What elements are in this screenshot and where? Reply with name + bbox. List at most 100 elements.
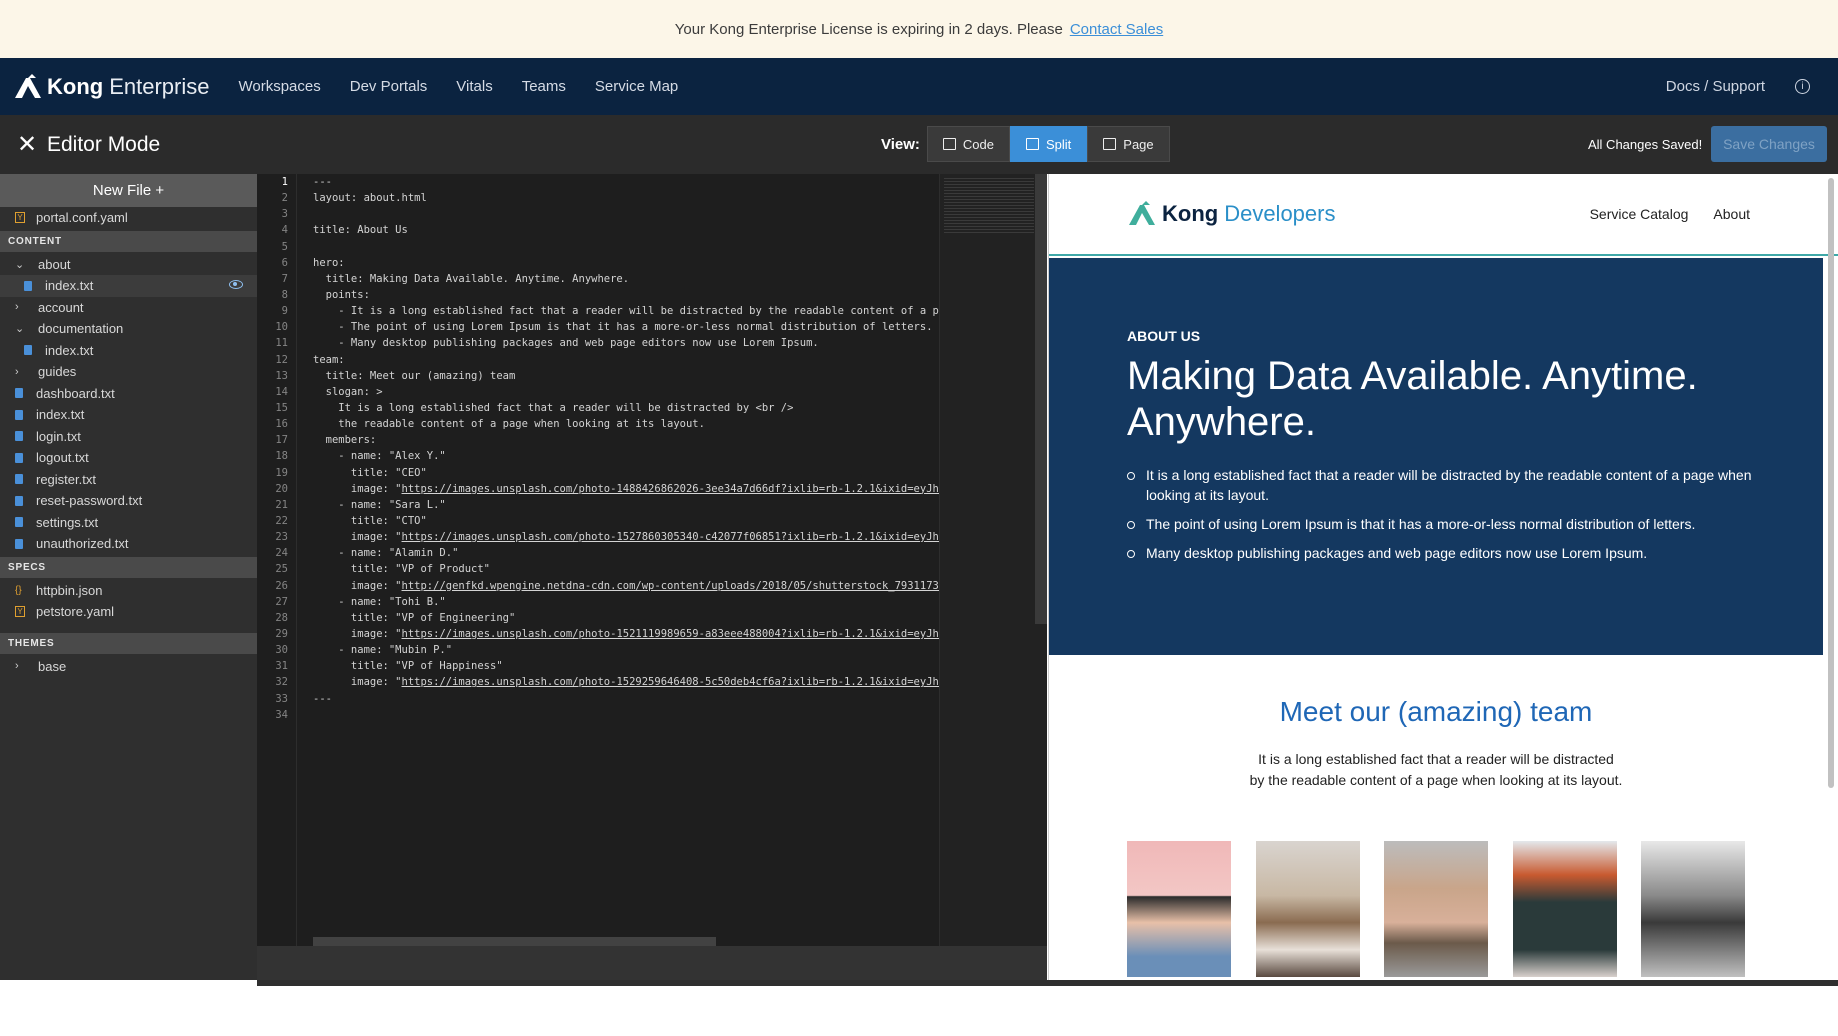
sidebar-file[interactable]: login.txt (0, 426, 257, 448)
themes-tree: › base (0, 656, 257, 678)
nav-link-workspaces[interactable]: Workspaces (238, 78, 320, 95)
sidebar-folder[interactable]: › account (0, 297, 257, 319)
line-number: 5 (281, 240, 288, 253)
info-icon[interactable]: i (1795, 79, 1810, 94)
brand-light: Enterprise (109, 73, 210, 99)
save-changes-button[interactable]: Save Changes (1711, 126, 1827, 162)
sidebar-file[interactable]: logout.txt (0, 447, 257, 469)
minimap-preview (944, 178, 1034, 233)
view-code-button[interactable]: Code (926, 126, 1010, 162)
code-line: layout: about.html (313, 192, 427, 205)
save-status: All Changes Saved! (1588, 137, 1703, 152)
nav-link-dev-portals[interactable]: Dev Portals (350, 78, 428, 95)
preview-brand-bold: Kong (1162, 201, 1219, 226)
line-number: 23 (275, 531, 288, 544)
sidebar-file[interactable]: reset-password.txt (0, 490, 257, 512)
preview-nav-service-catalog[interactable]: Service Catalog (1590, 206, 1689, 222)
line-number: 24 (275, 547, 288, 560)
sidebar-folder[interactable]: ⌄ documentation (0, 318, 257, 340)
line-number: 31 (275, 660, 288, 673)
sidebar-file[interactable]: settings.txt (0, 512, 257, 534)
sidebar-folder[interactable]: › base (0, 656, 257, 678)
sidebar-file[interactable]: unauthorized.txt (0, 533, 257, 555)
url-link[interactable]: https://images.unsplash.com/photo-152111… (402, 628, 997, 640)
line-number: 33 (275, 692, 288, 705)
content-tree: ⌄ about index.txt › account ⌄ documentation ind… (0, 254, 257, 555)
code-editor[interactable]: 1 2 3 4 5 6 7 8 9 10 11 12 13 14 15 16 17 18 19 20 21 22 23 24 2… (257, 174, 1047, 946)
sidebar-file[interactable]: index.txt (0, 340, 257, 362)
view-split-label: Split (1045, 136, 1072, 152)
line-number: 7 (281, 272, 288, 285)
url-link[interactable]: https://images.unsplash.com/photo-152786… (402, 531, 997, 543)
chevron-right-icon: › (15, 365, 19, 378)
file-label: account (38, 299, 84, 315)
sidebar-file[interactable]: register.txt (0, 469, 257, 491)
sidebar-file[interactable]: dashboard.txt (0, 383, 257, 405)
code-view-icon (942, 138, 956, 150)
view-split-button[interactable]: Split (1009, 126, 1088, 162)
nav-link-vitals[interactable]: Vitals (456, 78, 492, 95)
eye-icon[interactable] (229, 280, 243, 289)
view-label: View: (881, 135, 920, 153)
team-photo-3 (1384, 841, 1488, 977)
new-file-button[interactable]: New File + (0, 174, 257, 207)
line-number: 21 (275, 498, 288, 511)
url-link[interactable]: https://images.unsplash.com/photo-152925… (402, 676, 997, 688)
code-content[interactable]: --- layout: about.html title: About Us hero… (313, 174, 997, 723)
minimap[interactable] (939, 174, 1047, 946)
chevron-down-icon: ⌄ (15, 323, 25, 336)
sidebar-file[interactable]: {} httpbin.json (0, 580, 257, 602)
url-link[interactable]: http://genfkd.wpengine.netdna-cdn.com/wp… (402, 580, 984, 592)
code-line: - The point of using Lorem Ipsum is that… (313, 321, 933, 334)
nav-link-teams[interactable]: Teams (522, 78, 566, 95)
code-line: image: "http://genfkd.wpengine.netdna-cd… (313, 579, 984, 592)
file-icon (15, 538, 23, 549)
sidebar-file[interactable]: Ypetstore.yaml (0, 601, 257, 623)
sidebar-folder[interactable]: ⌄ about (0, 254, 257, 276)
code-line: - name: "Alex Y." (313, 450, 446, 463)
split-view-icon (1025, 138, 1039, 150)
preview-scrollbar[interactable] (1828, 178, 1834, 788)
code-line: title: "CEO" (313, 466, 427, 479)
sidebar-file[interactable]: index.txt (0, 404, 257, 426)
file-label: index.txt (36, 407, 85, 423)
bottom-edge (257, 980, 1838, 986)
line-number: 30 (275, 644, 288, 657)
line-number: 28 (275, 611, 288, 624)
close-icon[interactable]: ✕ (17, 130, 39, 159)
code-line: --- (313, 692, 332, 705)
file-label: settings.txt (36, 514, 99, 530)
preview-brand-light: Developers (1224, 201, 1336, 226)
file-portal-conf[interactable]: Yportal.conf.yaml (0, 207, 257, 229)
license-banner: Your Kong Enterprise License is expiring… (0, 0, 1838, 58)
code-line: image: "https://images.unsplash.com/phot… (313, 674, 997, 690)
code-line: - name: "Mubin P." (313, 644, 453, 657)
brand-bold: Kong (47, 73, 104, 99)
kong-enterprise-logo[interactable]: Kong Enterprise (13, 73, 210, 100)
code-line: title: About Us (313, 224, 408, 237)
file-label: base (38, 658, 67, 674)
url-link[interactable]: https://images.unsplash.com/photo-148842… (402, 483, 997, 495)
contact-sales-link[interactable]: Contact Sales (1070, 21, 1163, 38)
sidebar-folder[interactable]: › guides (0, 361, 257, 383)
nav-link-service-map[interactable]: Service Map (595, 78, 678, 95)
preview-nav-about[interactable]: About (1713, 206, 1750, 222)
editor-horizontal-scrollbar[interactable] (313, 937, 716, 946)
team-photo-5 (1641, 841, 1745, 977)
team-title: Meet our (amazing) team (1279, 696, 1593, 727)
section-content: CONTENT (0, 230, 257, 252)
view-page-button[interactable]: Page (1087, 126, 1170, 162)
chevron-right-icon: › (15, 301, 19, 314)
editor-vertical-scrollbar[interactable] (1035, 174, 1047, 624)
kong-developers-logo[interactable]: Kong Developers (1127, 201, 1335, 227)
team-photo-4 (1512, 841, 1617, 977)
editor-toolbar: ✕ Editor Mode View: Code Split Page All … (0, 115, 1838, 174)
preview-header: Kong Developers Service Catalog About (1049, 174, 1838, 256)
docs-support-link[interactable]: Docs / Support (1666, 78, 1765, 95)
view-switcher: View: Code Split Page (881, 126, 1170, 162)
sidebar-file[interactable]: index.txt (0, 275, 257, 297)
file-label: httpbin.json (36, 582, 103, 598)
editor-footer (257, 946, 1047, 980)
line-number: 4 (281, 224, 288, 237)
